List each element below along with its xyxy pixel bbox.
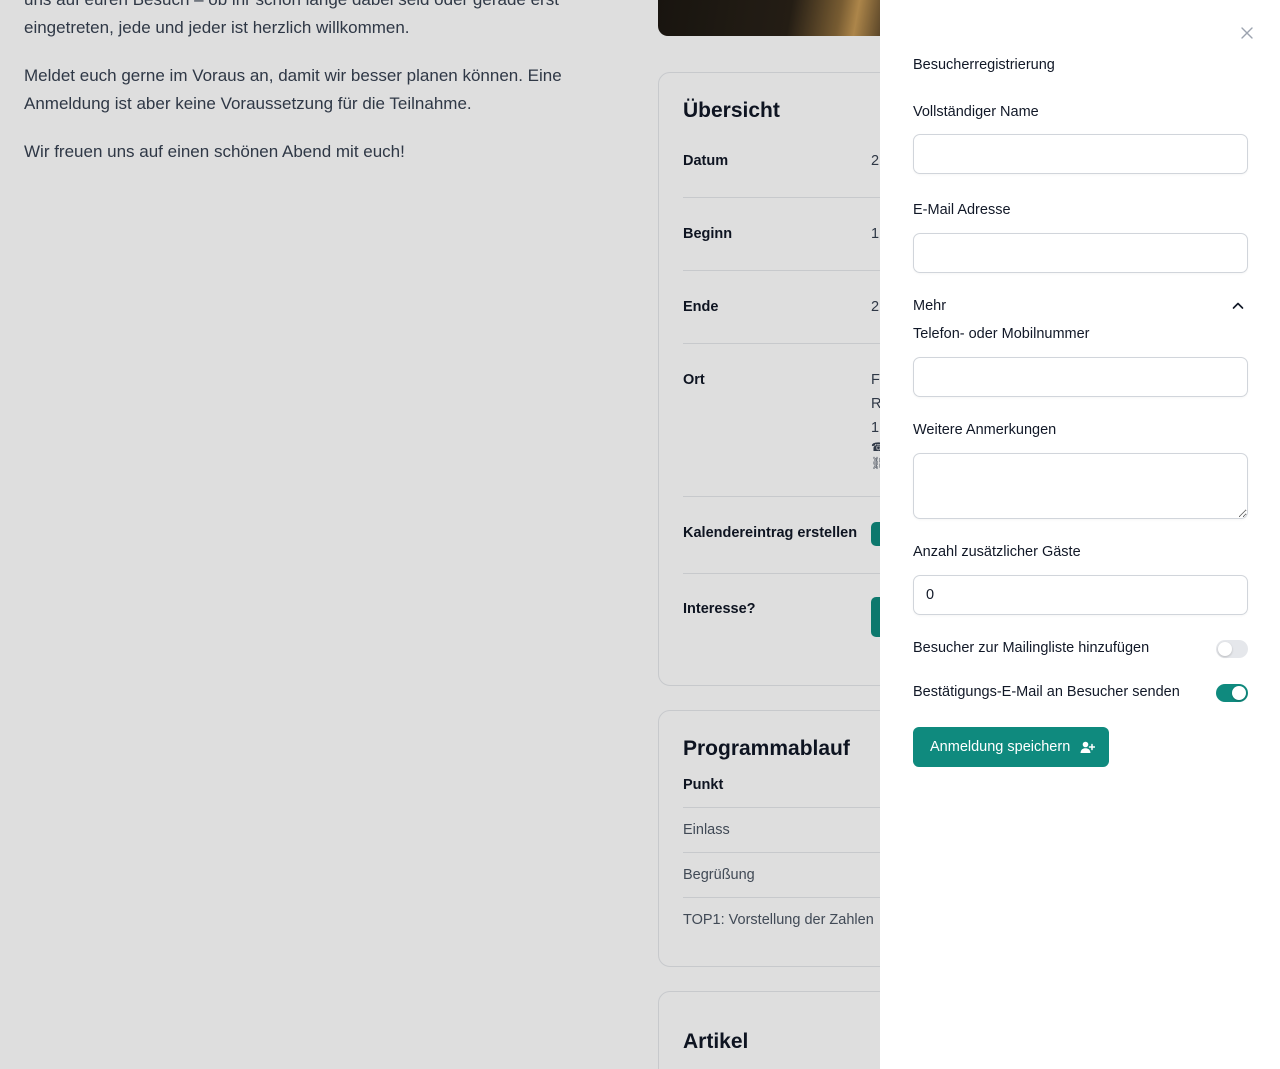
visitor-registration-panel: Besucherregistrierung Vollständiger Name… — [880, 0, 1280, 1069]
guests-label: Anzahl zusätzlicher Gäste — [913, 544, 1081, 560]
save-registration-button[interactable]: Anmeldung speichern — [913, 727, 1110, 767]
close-button[interactable] — [1236, 22, 1258, 44]
more-toggle-label[interactable]: Mehr — [913, 298, 946, 314]
panel-title: Besucherregistrierung — [913, 57, 1055, 73]
phone-label: Telefon- oder Mobilnummer — [913, 326, 1090, 342]
email-label: E-Mail Adresse — [913, 202, 1011, 218]
chevron-up-icon[interactable] — [1230, 298, 1246, 314]
mailing-list-label: Besucher zur Mailingliste hinzufügen — [913, 640, 1150, 656]
close-icon — [1241, 27, 1253, 39]
toggle-knob — [1218, 642, 1232, 656]
notes-field[interactable] — [913, 453, 1248, 519]
mailing-list-toggle[interactable] — [1216, 640, 1248, 658]
email-field[interactable] — [913, 233, 1248, 273]
name-label: Vollständiger Name — [913, 104, 1039, 120]
user-plus-icon — [1080, 741, 1096, 753]
guests-field[interactable] — [913, 575, 1248, 615]
confirmation-email-label: Bestätigungs-E-Mail an Besucher senden — [913, 684, 1180, 700]
name-field[interactable] — [913, 134, 1248, 174]
phone-field[interactable] — [913, 357, 1248, 397]
confirmation-email-toggle[interactable] — [1216, 684, 1248, 702]
toggle-knob — [1232, 686, 1246, 700]
notes-label: Weitere Anmerkungen — [913, 422, 1057, 438]
save-button-label: Anmeldung speichern — [930, 739, 1071, 755]
